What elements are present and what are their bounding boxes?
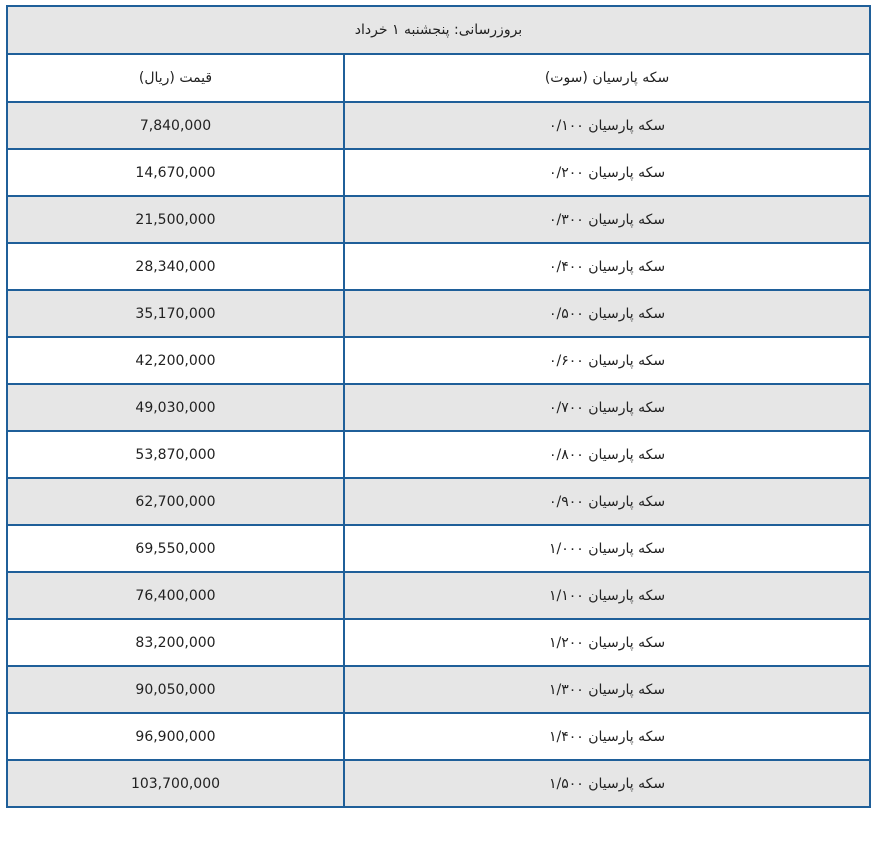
coin-name-cell: سکه پارسیان ۰/۱۰۰ — [343, 101, 871, 150]
table-row: 21,500,000 سکه پارسیان ۰/۳۰۰ — [6, 195, 871, 244]
table-row: 90,050,000 سکه پارسیان ۱/۳۰۰ — [6, 665, 871, 714]
coin-name-cell: سکه پارسیان ۰/۹۰۰ — [343, 477, 871, 526]
coin-name-cell: سکه پارسیان ۰/۷۰۰ — [343, 383, 871, 432]
price-cell: 103,700,000 — [6, 759, 345, 808]
price-cell: 7,840,000 — [6, 101, 345, 150]
coin-name-cell: سکه پارسیان ۱/۰۰۰ — [343, 524, 871, 573]
table-row: 53,870,000 سکه پارسیان ۰/۸۰۰ — [6, 430, 871, 479]
table-row: 42,200,000 سکه پارسیان ۰/۶۰۰ — [6, 336, 871, 385]
price-cell: 90,050,000 — [6, 665, 345, 714]
table-row: 49,030,000 سکه پارسیان ۰/۷۰۰ — [6, 383, 871, 432]
table-row: 103,700,000 سکه پارسیان ۱/۵۰۰ — [6, 759, 871, 808]
coin-name-cell: سکه پارسیان ۱/۴۰۰ — [343, 712, 871, 761]
price-column-header: قیمت (ریال) — [6, 53, 345, 103]
table-row: 35,170,000 سکه پارسیان ۰/۵۰۰ — [6, 289, 871, 338]
table-row: 14,670,000 سکه پارسیان ۰/۲۰۰ — [6, 148, 871, 197]
table-row: 28,340,000 سکه پارسیان ۰/۴۰۰ — [6, 242, 871, 291]
coin-name-cell: سکه پارسیان ۱/۳۰۰ — [343, 665, 871, 714]
table-row: 96,900,000 سکه پارسیان ۱/۴۰۰ — [6, 712, 871, 761]
price-cell: 53,870,000 — [6, 430, 345, 479]
coin-name-cell: سکه پارسیان ۰/۲۰۰ — [343, 148, 871, 197]
coin-name-cell: سکه پارسیان ۱/۵۰۰ — [343, 759, 871, 808]
price-cell: 49,030,000 — [6, 383, 345, 432]
table-row: 7,840,000 سکه پارسیان ۰/۱۰۰ — [6, 101, 871, 150]
table-row: 62,700,000 سکه پارسیان ۰/۹۰۰ — [6, 477, 871, 526]
coin-name-cell: سکه پارسیان ۰/۸۰۰ — [343, 430, 871, 479]
price-table-container: بروزرسانی: پنجشنبه ۱ خرداد قیمت (ریال) س… — [6, 5, 871, 808]
parsian-coin-price-table: بروزرسانی: پنجشنبه ۱ خرداد قیمت (ریال) س… — [6, 5, 871, 808]
coin-name-cell: سکه پارسیان ۱/۱۰۰ — [343, 571, 871, 620]
price-cell: 69,550,000 — [6, 524, 345, 573]
coin-name-cell: سکه پارسیان ۰/۶۰۰ — [343, 336, 871, 385]
table-row: 76,400,000 سکه پارسیان ۱/۱۰۰ — [6, 571, 871, 620]
price-cell: 96,900,000 — [6, 712, 345, 761]
price-cell: 42,200,000 — [6, 336, 345, 385]
coin-name-cell: سکه پارسیان ۰/۵۰۰ — [343, 289, 871, 338]
price-cell: 35,170,000 — [6, 289, 345, 338]
price-cell: 21,500,000 — [6, 195, 345, 244]
price-cell: 76,400,000 — [6, 571, 345, 620]
price-cell: 83,200,000 — [6, 618, 345, 667]
price-cell: 62,700,000 — [6, 477, 345, 526]
price-cell: 14,670,000 — [6, 148, 345, 197]
coin-name-cell: سکه پارسیان ۰/۴۰۰ — [343, 242, 871, 291]
price-table-body: بروزرسانی: پنجشنبه ۱ خرداد قیمت (ریال) س… — [6, 5, 871, 808]
coin-name-cell: سکه پارسیان ۰/۳۰۰ — [343, 195, 871, 244]
table-row: 83,200,000 سکه پارسیان ۱/۲۰۰ — [6, 618, 871, 667]
price-cell: 28,340,000 — [6, 242, 345, 291]
table-row: 69,550,000 سکه پارسیان ۱/۰۰۰ — [6, 524, 871, 573]
coin-column-header: سکه پارسیان (سوت) — [343, 53, 871, 103]
update-timestamp: بروزرسانی: پنجشنبه ۱ خرداد — [6, 5, 871, 55]
coin-name-cell: سکه پارسیان ۱/۲۰۰ — [343, 618, 871, 667]
header-row: قیمت (ریال) سکه پارسیان (سوت) — [6, 53, 871, 103]
update-row: بروزرسانی: پنجشنبه ۱ خرداد — [6, 5, 871, 55]
